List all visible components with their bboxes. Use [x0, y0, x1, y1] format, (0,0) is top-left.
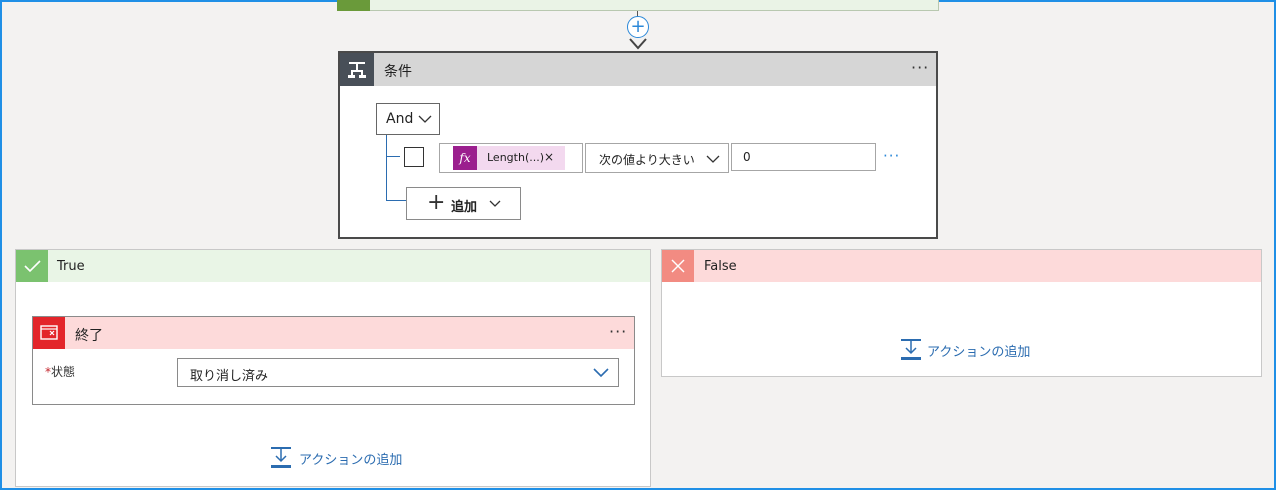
chevron-down-icon	[706, 155, 720, 163]
false-branch: False アクションの追加	[661, 249, 1262, 377]
add-action-button[interactable]: アクションの追加	[900, 338, 1060, 362]
comparison-operator-label: 次の値より大きい	[599, 153, 695, 167]
add-action-icon	[901, 339, 921, 360]
right-operand-value: 0	[743, 150, 751, 164]
tree-line	[386, 135, 387, 201]
close-icon	[662, 250, 694, 282]
token-remove-button[interactable]: ×	[544, 150, 554, 164]
status-field-label: *状態	[45, 363, 75, 380]
chevron-down-icon	[489, 200, 501, 207]
add-row-button[interactable]: + 追加	[406, 187, 521, 220]
group-operator-select[interactable]: And	[376, 103, 440, 135]
add-action-label: アクションの追加	[927, 345, 1031, 360]
expression-token[interactable]: fx Length(...) ×	[453, 146, 565, 170]
add-action-button[interactable]: アクションの追加	[270, 446, 430, 470]
tree-branch	[386, 156, 400, 157]
false-branch-label: False	[704, 259, 737, 274]
insert-step-button[interactable]: +	[627, 16, 649, 38]
tree-branch	[386, 200, 406, 201]
status-select-value: 取り消し済み	[190, 369, 269, 384]
row-more-button[interactable]: ···	[883, 147, 900, 165]
condition-card: 条件 ··· And fx Length(...) × 次の値より大きい 0 ·…	[338, 51, 938, 239]
true-branch-label: True	[57, 259, 85, 274]
true-branch-header[interactable]: True	[16, 250, 650, 282]
condition-more-button[interactable]: ···	[911, 58, 929, 77]
previous-action-icon	[337, 0, 370, 11]
checkmark-icon	[16, 250, 48, 282]
terminate-action-card: 終了 ··· *状態 取り消し済み	[32, 316, 635, 405]
function-icon: fx	[453, 146, 477, 170]
false-branch-header[interactable]: False	[662, 250, 1261, 282]
expression-token-label: Length(...)	[487, 151, 545, 164]
status-select[interactable]: 取り消し済み	[177, 358, 619, 387]
group-operator-label: And	[386, 111, 414, 127]
terminate-icon	[33, 317, 65, 349]
add-row-label: 追加	[451, 200, 478, 215]
chevron-down-icon	[593, 368, 609, 378]
add-action-icon	[271, 447, 291, 468]
condition-title: 条件	[384, 64, 412, 80]
row-select-checkbox[interactable]	[404, 147, 424, 167]
status-label-text: 状態	[51, 365, 76, 379]
left-operand-field[interactable]: fx Length(...) ×	[439, 143, 583, 173]
add-action-label: アクションの追加	[299, 453, 403, 468]
comparison-operator-select[interactable]: 次の値より大きい	[585, 143, 729, 173]
arrow-down-icon	[629, 38, 647, 50]
plus-icon: +	[427, 190, 446, 215]
terminate-more-button[interactable]: ···	[609, 322, 627, 341]
condition-icon	[340, 53, 374, 86]
right-operand-input[interactable]: 0	[731, 143, 876, 171]
terminate-action-header[interactable]: 終了 ···	[33, 317, 634, 349]
terminate-title: 終了	[75, 328, 103, 344]
true-branch: True 終了 ··· *状態 取り消し済み アクションの追加	[15, 249, 651, 487]
condition-header[interactable]: 条件 ···	[340, 53, 936, 86]
previous-action-card[interactable]	[337, 0, 939, 11]
chevron-down-icon	[418, 115, 432, 123]
